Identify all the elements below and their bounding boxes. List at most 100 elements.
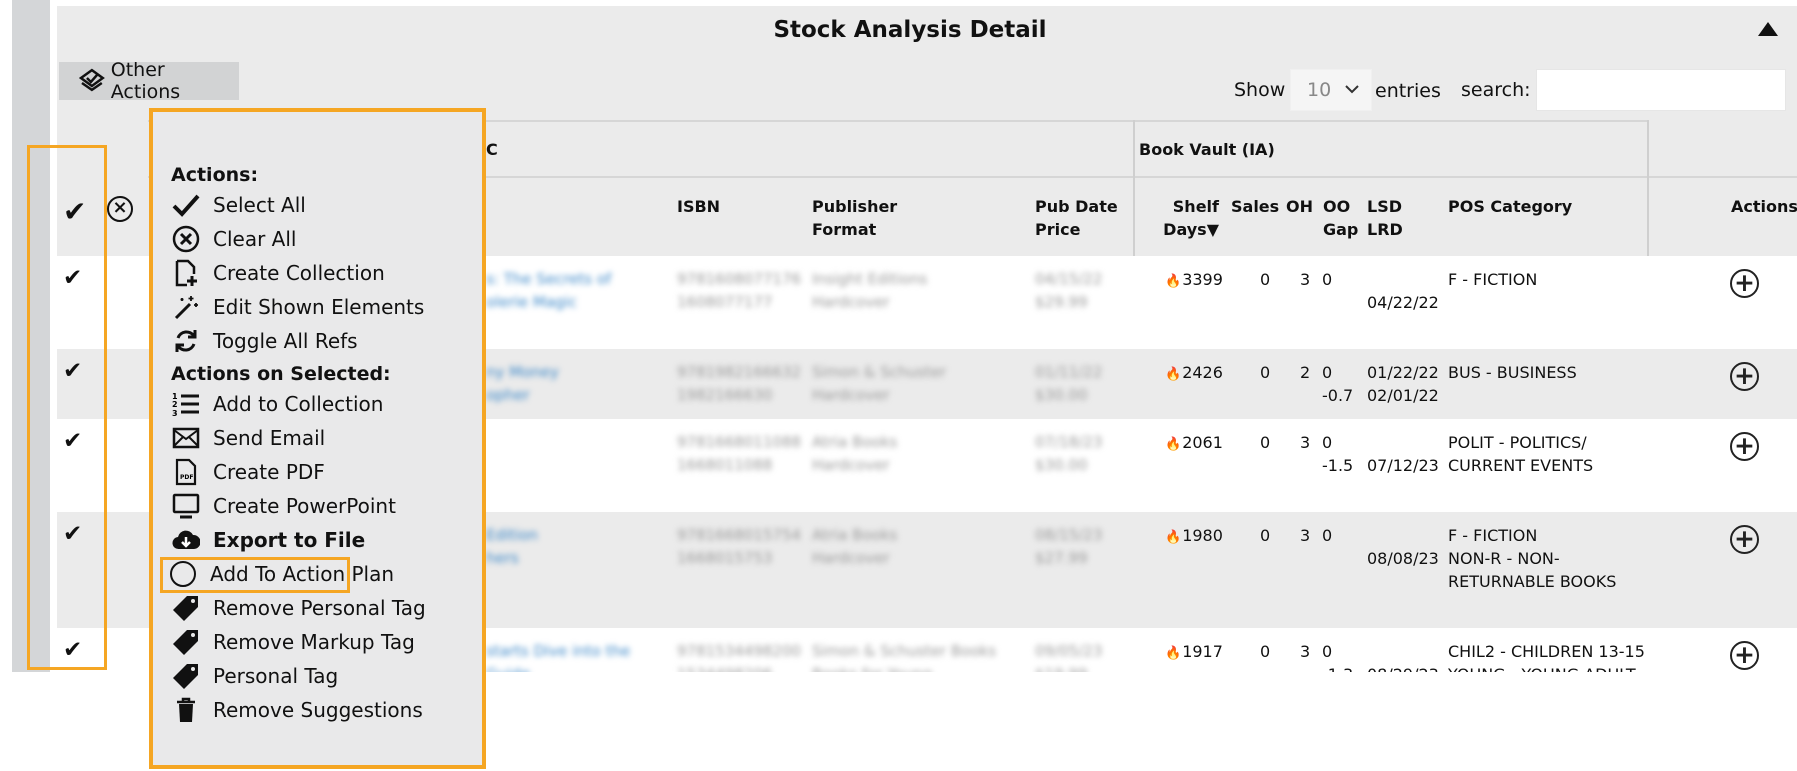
entries-select[interactable]: 10 (1290, 69, 1372, 111)
flame-icon: 🔥 (1165, 274, 1182, 289)
menu-item-label: Remove Suggestions (213, 698, 423, 722)
oo-gap-cell: 0 -0.7 (1322, 363, 1354, 405)
actions-header: Actions: (171, 164, 259, 186)
menu-item-remove-suggestions[interactable]: Remove Suggestions (171, 695, 423, 725)
oh-cell: 3 (1300, 526, 1311, 545)
shelf-days-cell: 🔥1917 (1165, 642, 1223, 661)
column-header-pos-category[interactable]: POS Category (1448, 195, 1572, 218)
pos-category-cell: BUS - BUSINESS (1448, 363, 1577, 382)
isbn-cell: 9781982166632 1982166630 (677, 363, 802, 404)
pos-category-cell: F - FICTION NON-R - NON- RETURNABLE BOOKS (1448, 526, 1617, 591)
circle-x-icon (171, 225, 201, 253)
flame-icon: 🔥 (1165, 437, 1182, 452)
publisher-cell: Atria Books Hardcover (812, 526, 898, 567)
show-label: Show (1234, 79, 1286, 101)
panel-title: Stock Analysis Detail (773, 17, 1047, 43)
chevron-down-icon (1345, 85, 1359, 94)
search-label: search: (1461, 79, 1531, 101)
monitor-icon (171, 492, 201, 520)
other-actions-label: Other Actions (110, 59, 181, 103)
oo-gap-cell: 0 -1.5 (1322, 433, 1354, 475)
group-header-partial: C (486, 140, 498, 159)
gap-header-label: Gap (1323, 220, 1359, 239)
search-input[interactable] (1536, 69, 1786, 111)
sales-cell: 0 (1260, 433, 1271, 452)
menu-item-label: Create PDF (213, 460, 325, 484)
title-link[interactable]: ny Money opher (486, 361, 559, 407)
menu-item-create-powerpoint[interactable]: Create PowerPoint (171, 491, 396, 521)
title-link[interactable]: s: The Secrets of olerie Magic (486, 268, 611, 314)
shelf-days-cell: 🔥2061 (1165, 433, 1223, 452)
lsd-header-label: LSD (1367, 197, 1402, 216)
menu-item-toggle-all-refs[interactable]: Toggle All Refs (171, 326, 358, 356)
row-actions-plus-icon[interactable]: + (1730, 269, 1759, 298)
row-actions-plus-icon[interactable]: + (1730, 525, 1759, 554)
pos-category-cell: POLIT - POLITICS/CURRENT EVENTS (1448, 433, 1594, 475)
column-header-oh[interactable]: OH (1286, 195, 1313, 218)
row-actions-plus-icon[interactable]: + (1730, 641, 1759, 670)
refresh-icon (171, 327, 201, 355)
magic-wand-icon (171, 293, 201, 321)
isbn-cell: 9781668015754 1668015753 (677, 526, 802, 567)
oh-cell: 3 (1300, 642, 1311, 661)
title-link[interactable]: Edition hers (486, 524, 538, 570)
pdf-icon: PDF (171, 458, 201, 486)
publisher-cell: Simon & Schuster BooksBooks for Young (812, 642, 997, 672)
column-header-sales[interactable]: Sales (1231, 195, 1279, 218)
tag-icon (171, 594, 201, 622)
other-actions-menu: Actions: Select All Clear All Create Col… (149, 108, 486, 769)
row-actions-plus-icon[interactable]: + (1730, 432, 1759, 461)
flame-icon: 🔥 (1165, 646, 1182, 661)
shelf-days-cell: 🔥1980 (1165, 526, 1223, 545)
title-link[interactable]: starts Dive into theGuide (486, 640, 630, 672)
menu-item-send-email[interactable]: Send Email (171, 423, 325, 453)
entries-value: 10 (1307, 79, 1332, 101)
isbn-cell: 9781668011088 1668011088 (677, 433, 802, 474)
menu-item-create-collection[interactable]: Create Collection (171, 258, 385, 288)
check-icon (171, 191, 201, 219)
numbered-list-icon: 123 (171, 390, 201, 418)
menu-item-label: Create PowerPoint (213, 494, 396, 518)
menu-item-remove-personal-tag[interactable]: Remove Personal Tag (171, 593, 426, 623)
oo-header-label: OO (1323, 197, 1351, 216)
column-header-shelf-days[interactable]: Shelf Days▼ (1163, 195, 1219, 241)
column-header-isbn[interactable]: ISBN (677, 195, 720, 218)
column-header-publisher[interactable]: Publisher Format (812, 195, 897, 241)
other-actions-button[interactable]: Other Actions (59, 59, 239, 103)
layers-check-icon (79, 68, 105, 92)
menu-item-clear-all[interactable]: Clear All (171, 224, 296, 254)
column-header-oo-gap[interactable]: OO Gap (1323, 195, 1358, 241)
oo-gap-cell: 0 (1322, 526, 1333, 545)
collapse-arrow-icon[interactable] (1758, 22, 1778, 36)
oh-cell: 3 (1300, 270, 1311, 289)
menu-item-select-all[interactable]: Select All (171, 190, 306, 220)
menu-item-create-pdf[interactable]: PDF Create PDF (171, 457, 325, 487)
price-header-label: Price (1035, 220, 1081, 239)
menu-item-remove-markup-tag[interactable]: Remove Markup Tag (171, 627, 415, 657)
column-header-actions: Actions (1731, 197, 1797, 216)
oh-cell: 2 (1300, 363, 1311, 382)
menu-item-add-to-collection[interactable]: 123 Add to Collection (171, 389, 383, 419)
column-header-pub-date[interactable]: Pub Date Price (1035, 195, 1118, 241)
row-actions-plus-icon[interactable]: + (1730, 362, 1759, 391)
column-header-lsd-lrd[interactable]: LSD LRD (1367, 195, 1403, 241)
pos-category-cell: CHIL2 - CHILDREN 13-15YOUNG - YOUNG ADUL… (1448, 642, 1645, 672)
actions-on-selected-header: Actions on Selected: (171, 363, 391, 385)
tag-icon (171, 662, 201, 690)
lsd-lrd-cell: 04/22/22 (1367, 293, 1439, 312)
pub-date-cell: 04/15/22 $29.99 (1035, 270, 1103, 311)
pub-date-cell: 08/15/23 $27.99 (1035, 526, 1103, 567)
pos-category-cell: F - FICTION (1448, 270, 1538, 289)
clear-all-x-icon[interactable]: × (107, 196, 133, 222)
svg-text:PDF: PDF (180, 474, 193, 481)
menu-item-label: Select All (213, 193, 306, 217)
menu-item-personal-tag[interactable]: Personal Tag (171, 661, 338, 691)
envelope-icon (171, 424, 201, 452)
pub-date-cell: 01/11/22 $30.00 (1035, 363, 1103, 404)
menu-item-label: Remove Markup Tag (213, 630, 415, 654)
menu-item-export-to-file[interactable]: Export to File (171, 525, 365, 555)
lsd-lrd-cell: 01/22/22 02/01/22 (1367, 363, 1439, 405)
svg-text:2: 2 (172, 400, 178, 409)
menu-item-edit-shown-elements[interactable]: Edit Shown Elements (171, 292, 424, 322)
menu-item-label: Create Collection (213, 261, 385, 285)
